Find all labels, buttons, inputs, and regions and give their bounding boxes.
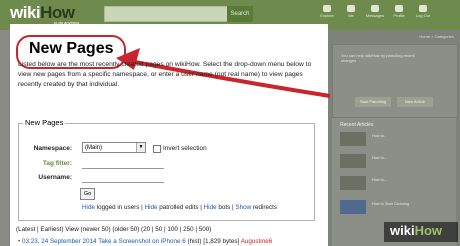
fieldset-legend: New Pages	[23, 118, 66, 127]
tag-filter-input[interactable]	[82, 159, 164, 169]
redirects-text: redirects	[252, 204, 278, 211]
logged-in-text: logged in users	[96, 204, 140, 211]
wikihow-watermark: wikiHow	[384, 222, 458, 242]
namespace-value: (Main)	[85, 145, 103, 151]
entry-page-link[interactable]: Take a Screenshot on iPhone 6	[98, 238, 186, 245]
watermark-wiki: wiki	[390, 223, 415, 238]
invert-selection-checkbox[interactable]	[153, 145, 161, 153]
entry-time-link[interactable]: 03:23, 24 September 2014	[22, 238, 97, 245]
entry-meta: (hist) [1,829 bytes]	[187, 238, 240, 245]
hide-bots-link[interactable]: Hide	[204, 204, 217, 211]
patrolled-text: patrolled edits	[159, 204, 199, 211]
go-button[interactable]: Go	[80, 188, 95, 200]
namespace-select[interactable]: (Main) ▼	[82, 142, 146, 153]
namespace-label: Namespace:	[33, 145, 72, 152]
username-input[interactable]	[82, 173, 164, 183]
page-description: Listed below are the most recently creat…	[18, 61, 312, 88]
hide-patrolled-link[interactable]: Hide	[145, 204, 158, 211]
chevron-down-icon[interactable]: ▼	[136, 143, 145, 152]
filter-links: Hide logged in users | Hide patrolled ed…	[82, 204, 277, 211]
pagination[interactable]: (Latest | Earliest) View (newer 50) (old…	[16, 226, 211, 233]
username-label: Username:	[38, 174, 72, 181]
watermark-how: How	[414, 223, 443, 238]
show-redirects-link[interactable]: Show	[235, 204, 251, 211]
entry-user-link[interactable]: Augustine6	[241, 238, 273, 245]
tag-filter-label[interactable]: Tag filter:	[24, 160, 72, 167]
hide-logged-in-link[interactable]: Hide	[82, 204, 95, 211]
list-item: • 03:23, 24 September 2014 Take a Screen…	[18, 238, 272, 245]
bots-text: bots	[218, 204, 231, 211]
invert-selection-label[interactable]: Invert selection	[163, 145, 207, 152]
